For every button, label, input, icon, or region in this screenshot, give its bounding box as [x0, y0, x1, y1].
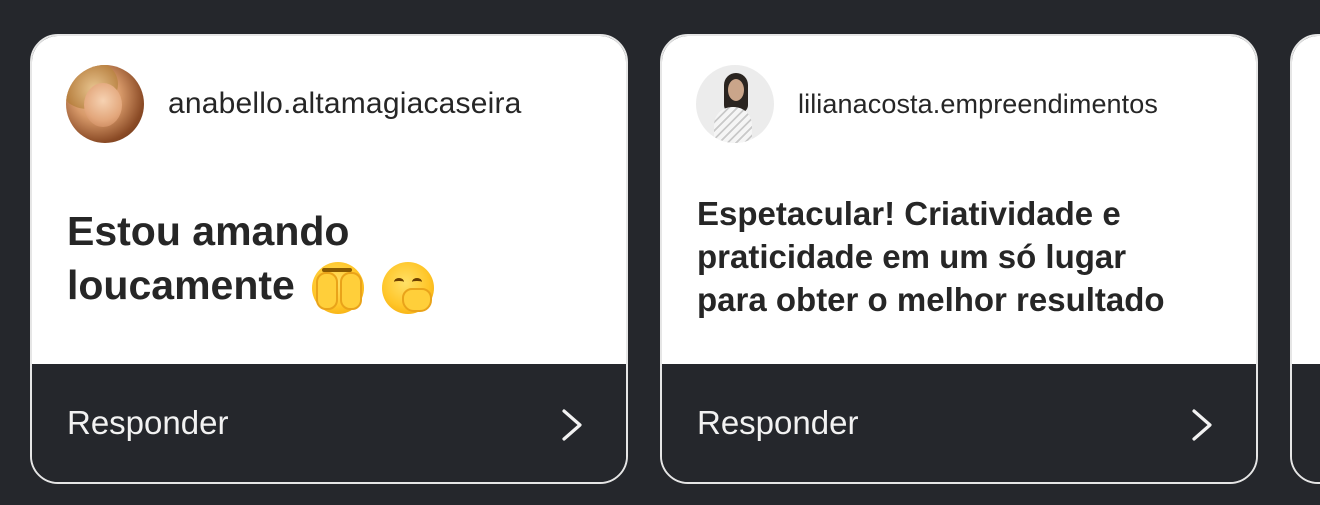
message-line: para obter o melhor resultado	[697, 281, 1165, 318]
reply-card[interactable]: anabello.altamagiacaseira Estou amando l…	[30, 34, 628, 484]
reply-button[interactable]: Responder	[32, 364, 626, 482]
username[interactable]: anabello.altamagiacaseira	[168, 87, 522, 121]
reply-button[interactable]: Responder	[662, 364, 1256, 482]
reply-card-partial[interactable]	[1290, 34, 1320, 484]
card-content	[1292, 36, 1320, 364]
avatar[interactable]	[696, 65, 774, 143]
avatar[interactable]	[66, 65, 144, 143]
face-with-open-eyes-and-hand-over-mouth-emoji	[312, 262, 365, 315]
username[interactable]: lilianacosta.empreendimentos	[798, 89, 1158, 120]
reply-button[interactable]	[1292, 364, 1320, 482]
chevron-right-icon	[1192, 409, 1212, 441]
reply-message: Estou amando loucamente	[67, 204, 596, 315]
face-with-hand-over-mouth-emoji	[381, 262, 434, 315]
card-header: anabello.altamagiacaseira	[66, 64, 606, 144]
story-replies-carousel[interactable]: anabello.altamagiacaseira Estou amando l…	[0, 0, 1320, 505]
message-line: Estou amando	[67, 208, 350, 254]
message-line: praticidade em um só lugar	[697, 238, 1127, 275]
avatar-face	[728, 79, 744, 101]
avatar-body	[714, 107, 752, 143]
message-line: loucamente	[67, 262, 295, 308]
message-line: Espetacular! Criatividade e	[697, 195, 1121, 232]
card-content: lilianacosta.empreendimentos Espetacular…	[662, 36, 1256, 364]
reply-label: Responder	[697, 404, 859, 441]
reply-card[interactable]: lilianacosta.empreendimentos Espetacular…	[660, 34, 1258, 484]
reply-message: Espetacular! Criatividade e praticidade …	[697, 192, 1226, 321]
card-content: anabello.altamagiacaseira Estou amando l…	[32, 36, 626, 364]
chevron-right-icon	[562, 409, 582, 441]
avatar-face	[84, 83, 122, 127]
reply-label: Responder	[67, 404, 229, 441]
card-header: lilianacosta.empreendimentos	[696, 64, 1236, 144]
